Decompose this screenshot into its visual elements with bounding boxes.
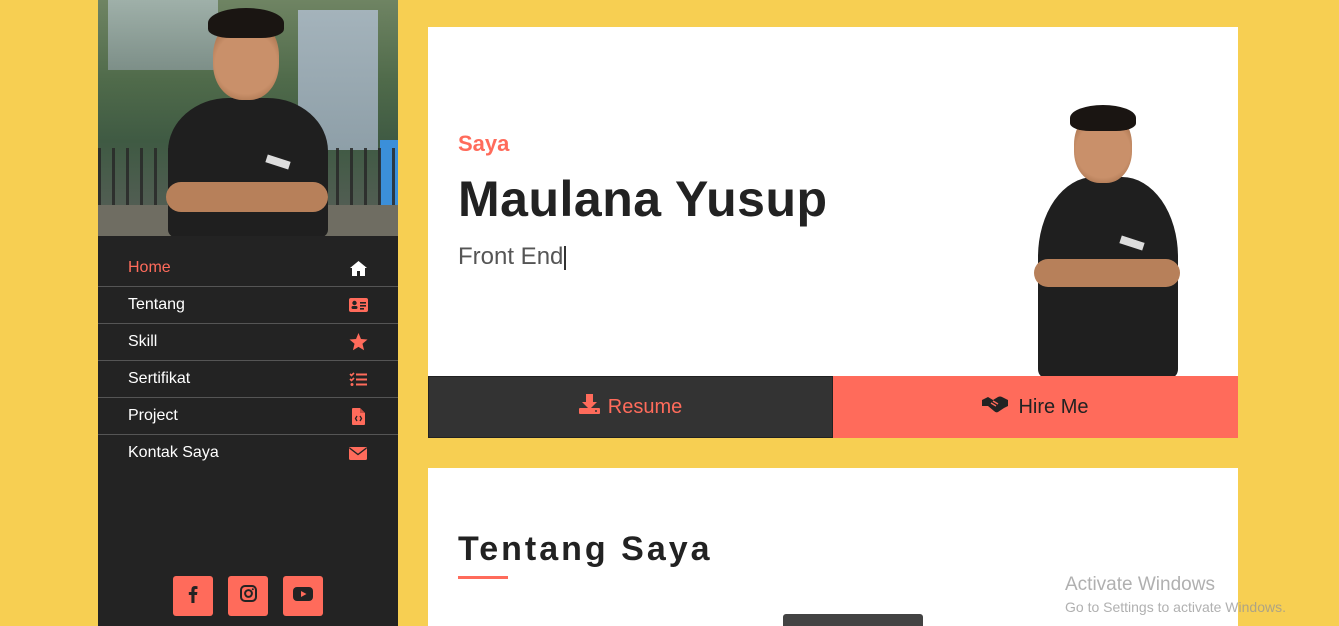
hero-photo	[1028, 97, 1198, 376]
envelope-icon	[348, 443, 368, 463]
about-title-underline	[458, 576, 508, 579]
resume-label: Resume	[607, 395, 683, 418]
sidebar-nav: Home Tentang Skill Sertifikat Project Ko…	[98, 250, 398, 471]
hire-me-button[interactable]: Hire Me	[833, 376, 1238, 438]
about-title: Tentang Saya	[458, 530, 713, 568]
nav-item-sertifikat[interactable]: Sertifikat	[98, 361, 398, 398]
social-links	[98, 576, 398, 616]
facebook-icon	[188, 585, 198, 608]
list-check-icon	[348, 369, 368, 389]
about-content-cutoff	[783, 608, 933, 626]
instagram-button[interactable]	[228, 576, 268, 616]
star-icon	[348, 332, 368, 352]
windows-activation-watermark: Activate Windows Go to Settings to activ…	[1065, 574, 1286, 615]
profile-photo	[98, 0, 398, 236]
nav-label-kontak: Kontak Saya	[128, 444, 219, 461]
home-icon	[348, 258, 368, 278]
nav-item-kontak[interactable]: Kontak Saya	[98, 435, 398, 471]
nav-label-home: Home	[128, 259, 171, 276]
download-icon	[578, 394, 600, 420]
youtube-button[interactable]	[283, 576, 323, 616]
profile-person	[158, 0, 338, 236]
hero-role: Front End	[458, 243, 564, 270]
hero-name: Maulana Yusup	[458, 171, 828, 227]
nav-label-skill: Skill	[128, 333, 158, 350]
hero-actions: Resume Hire Me	[428, 376, 1238, 438]
resume-button[interactable]: Resume	[428, 376, 833, 438]
nav-item-skill[interactable]: Skill	[98, 324, 398, 361]
instagram-icon	[239, 585, 257, 607]
nav-label-sertifikat: Sertifikat	[128, 370, 191, 387]
id-card-icon	[348, 295, 368, 315]
nav-label-project: Project	[128, 407, 178, 424]
watermark-title: Activate Windows	[1065, 574, 1215, 595]
handshake-icon	[982, 395, 1009, 419]
watermark-subtitle: Go to Settings to activate Windows.	[1065, 599, 1286, 615]
youtube-icon	[293, 586, 313, 606]
nav-item-home[interactable]: Home	[98, 250, 398, 287]
typing-cursor	[564, 245, 567, 270]
hero-intro: Saya	[458, 131, 510, 156]
file-icon	[348, 406, 368, 426]
sidebar: Home Tentang Skill Sertifikat Project Ko…	[98, 0, 398, 626]
hero-role-line: Front End	[458, 243, 567, 271]
facebook-button[interactable]	[173, 576, 213, 616]
hire-me-label: Hire Me	[1018, 395, 1089, 418]
nav-item-tentang[interactable]: Tentang	[98, 287, 398, 324]
nav-label-tentang: Tentang	[128, 296, 185, 313]
nav-item-project[interactable]: Project	[98, 398, 398, 435]
hero-card: Saya Maulana Yusup Front End Resume Hire…	[428, 27, 1238, 438]
